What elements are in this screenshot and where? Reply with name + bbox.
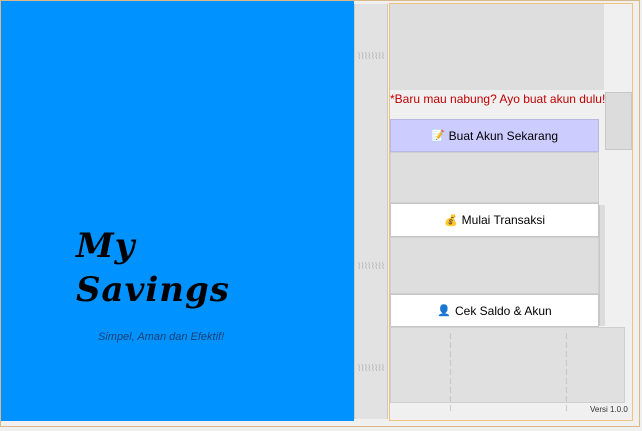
app-title-line-1: My bbox=[76, 226, 136, 266]
brand-panel bbox=[1, 1, 354, 421]
start-transaction-label: Mulai Transaksi bbox=[461, 213, 546, 227]
version-label: Versi 1.0.0 bbox=[590, 405, 628, 414]
spacer-marker: ⌇⌇⌇⌇⌇⌇⌇⌇ bbox=[357, 52, 385, 62]
bottom-filler bbox=[390, 327, 625, 403]
top-filler bbox=[390, 4, 604, 90]
spacer-marker: ⌇⌇⌇⌇⌇⌇⌇⌇ bbox=[357, 262, 385, 272]
create-account-label: Buat Akun Sekarang bbox=[448, 128, 559, 143]
signup-notice: *Baru mau nabung? Ayo buat akun dulu! bbox=[390, 92, 606, 106]
person-icon: 👤 bbox=[437, 305, 451, 317]
create-account-button[interactable]: 📝 Buat Akun Sekarang bbox=[390, 119, 599, 152]
spacer-marker: ⌇⌇⌇⌇⌇⌇⌇⌇⌇ bbox=[446, 332, 455, 413]
filler-1 bbox=[390, 152, 599, 203]
side-filler bbox=[605, 92, 632, 150]
check-balance-button[interactable]: 👤 Cek Saldo & Akun bbox=[390, 294, 599, 327]
check-balance-label: Cek Saldo & Akun bbox=[454, 303, 552, 318]
scrollbar[interactable] bbox=[599, 205, 605, 326]
money-bag-icon: 💰 bbox=[443, 214, 458, 227]
start-transaction-button[interactable]: 💰 Mulai Transaksi bbox=[390, 203, 599, 237]
app-title-line-2: Savings bbox=[76, 270, 230, 310]
layout-spacer-column: ⌇⌇⌇⌇⌇⌇⌇⌇ ⌇⌇⌇⌇⌇⌇⌇⌇ ⌇⌇⌇⌇⌇⌇⌇⌇ bbox=[354, 4, 388, 419]
spacer-marker: ⌇⌇⌇⌇⌇⌇⌇⌇⌇ bbox=[562, 332, 571, 413]
memo-icon: 📝 bbox=[430, 130, 445, 142]
filler-2 bbox=[390, 237, 599, 294]
spacer-marker: ⌇⌇⌇⌇⌇⌇⌇⌇ bbox=[357, 364, 385, 374]
app-tagline: Simpel, Aman dan Efektif! bbox=[98, 331, 225, 343]
app-title: My Savings bbox=[76, 224, 230, 312]
